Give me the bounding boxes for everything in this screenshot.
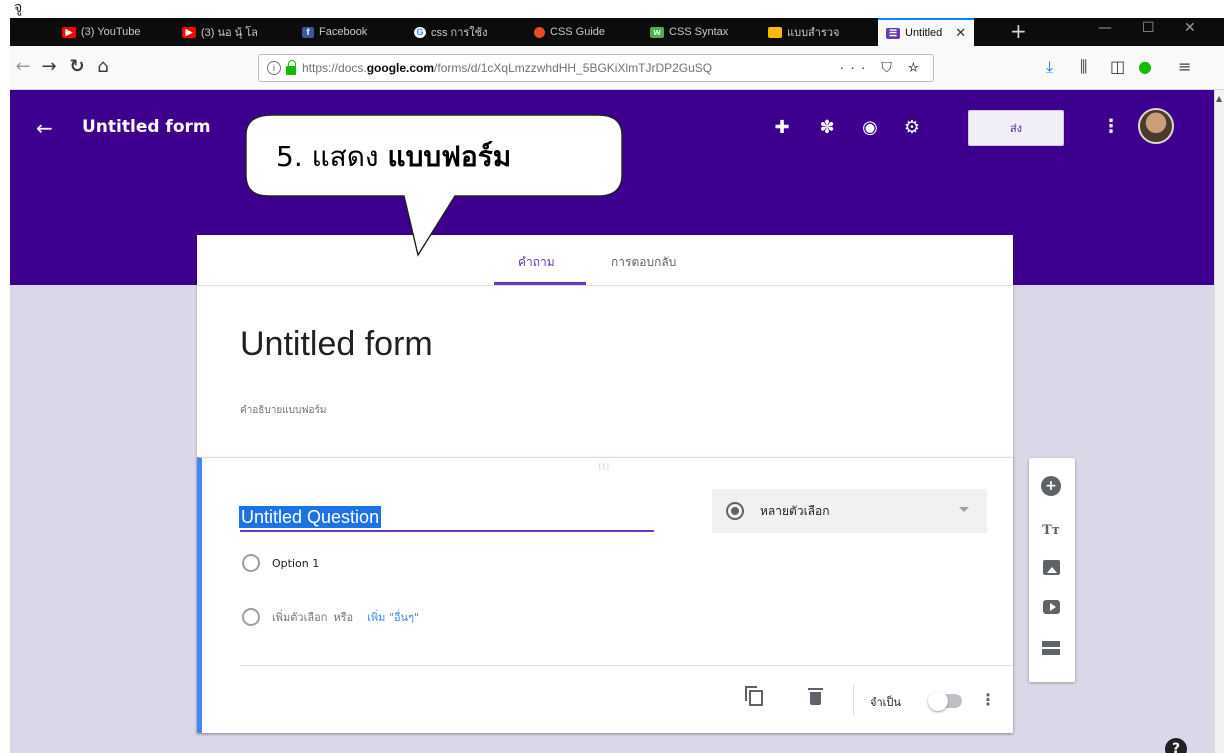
corner-glyph: จู [14, 0, 23, 16]
forward-icon[interactable]: → [38, 56, 60, 77]
question-title-underline [240, 530, 654, 532]
radio-button-icon [726, 502, 744, 520]
add-option-row: เพิ่มตัวเลือก หรือ เพิ่ม "อื่นๆ" [242, 608, 419, 626]
info-icon[interactable]: i [267, 61, 281, 75]
avatar[interactable] [1138, 108, 1174, 144]
question-more-icon[interactable]: ⋮ [980, 690, 996, 709]
duplicate-icon[interactable] [745, 686, 763, 706]
page-actions-icon[interactable]: ··· ⛉ ☆ [840, 59, 925, 76]
question-type-label: หลายตัวเลือก [760, 503, 830, 518]
palette-icon[interactable]: ✽ [815, 117, 839, 138]
add-video-icon[interactable] [1043, 600, 1060, 614]
lock-icon [286, 59, 296, 75]
radio-circle-icon [242, 554, 260, 572]
form-tabs: คำถาม การตอบกลับ [197, 235, 1013, 286]
browser-tab-survey[interactable]: แบบสำรวจ [768, 21, 872, 43]
css-guide-icon [534, 26, 545, 38]
dropdown-arrow-icon [959, 507, 969, 512]
url-text: https://docs.google.com/forms/d/1cXqLmzz… [302, 61, 713, 75]
close-tab-icon[interactable]: ✕ [955, 25, 966, 41]
footer-separator [853, 684, 854, 716]
app-title[interactable]: Untitled form [82, 117, 211, 137]
browser-nav-bar: ← → ↻ ⌂ i https://docs.google.com/forms/… [10, 46, 1224, 90]
forms-icon: ☰ [886, 27, 900, 39]
google-icon: G [414, 26, 426, 38]
tab-label: แบบสำรวจ [787, 27, 840, 39]
tab-label: css การใช้ง [431, 27, 488, 39]
help-icon[interactable]: ? [1165, 738, 1187, 753]
question-card[interactable]: ⁝⁝⁝ Untitled Question หลายตัวเลือก Optio… [197, 457, 1013, 733]
footer-divider [240, 665, 1013, 666]
scroll-up-icon[interactable]: ▲ [1216, 94, 1222, 103]
close-window-icon[interactable]: ✕ [1184, 20, 1196, 36]
tab-label: CSS Syntax [669, 26, 729, 38]
browser-tab-css-usage[interactable]: G css การใช้ง [414, 21, 520, 43]
settings-gear-icon[interactable]: ⚙ [900, 117, 924, 138]
tab-label: (3) นอ นุ้ โล [201, 27, 258, 39]
back-arrow-icon[interactable]: ← [36, 116, 53, 140]
reload-icon[interactable]: ↻ [66, 56, 88, 77]
preview-eye-icon[interactable]: ◉ [858, 117, 882, 138]
option-label[interactable]: Option 1 [272, 557, 319, 570]
add-option-link[interactable]: เพิ่มตัวเลือก [272, 608, 327, 626]
youtube-icon: ▶ [62, 26, 76, 38]
tab-questions[interactable]: คำถาม [518, 253, 555, 272]
tab-responses[interactable]: การตอบกลับ [611, 253, 676, 272]
browser-tab-strip: ▶ (3) YouTube ▶ (3) นอ นุ้ โล f Facebook… [10, 18, 1224, 46]
send-button[interactable]: ส่ง [968, 110, 1064, 146]
question-title-input[interactable]: Untitled Question [239, 506, 382, 528]
active-tab-indicator [494, 282, 586, 285]
required-label: จำเป็น [870, 696, 901, 709]
add-other-link[interactable]: เพิ่ม "อื่นๆ" [367, 608, 419, 626]
addons-icon[interactable]: ✚ [770, 117, 794, 138]
drive-icon [768, 26, 782, 38]
add-image-icon[interactable] [1043, 560, 1060, 575]
tab-label: (3) YouTube [81, 26, 141, 38]
question-type-select[interactable]: หลายตัวเลือก [712, 489, 987, 533]
drag-handle-icon[interactable]: ⁝⁝⁝ [598, 462, 611, 473]
sidebar-icon[interactable]: ◫ [1110, 57, 1125, 76]
back-icon[interactable]: ← [12, 56, 34, 77]
browser-tab-css-guide[interactable]: CSS Guide [534, 21, 638, 43]
download-icon[interactable]: ⤓ [1046, 57, 1053, 77]
browser-tab-youtube[interactable]: ▶ (3) YouTube [62, 21, 170, 43]
browser-tab-youtube-2[interactable]: ▶ (3) นอ นุ้ โล [182, 21, 282, 43]
extension-check-icon[interactable]: ● [1138, 57, 1152, 76]
maximize-icon[interactable]: ☐ [1142, 20, 1155, 36]
add-title-icon[interactable]: Tт [1041, 520, 1061, 540]
more-vert-icon[interactable]: ⋮ [1102, 116, 1120, 137]
form-title[interactable]: Untitled form [240, 325, 433, 364]
radio-circle-icon [242, 608, 260, 626]
browser-tab-active[interactable]: ☰ Untitled ✕ [878, 18, 975, 46]
tab-label: CSS Guide [550, 26, 606, 38]
tab-label: Untitled [905, 27, 943, 39]
tab-label: Facebook [319, 26, 368, 38]
required-toggle[interactable] [928, 691, 962, 711]
minimize-icon[interactable]: — [1098, 20, 1112, 36]
menu-icon[interactable]: ≡ [1178, 57, 1191, 76]
url-bar[interactable]: i https://docs.google.com/forms/d/1cXqLm… [258, 54, 934, 82]
form-description-field[interactable]: คำอธิบายแบบฟอร์ม [240, 403, 326, 418]
or-label: หรือ [333, 611, 354, 624]
library-icon[interactable]: ⫼ [1080, 57, 1087, 77]
browser-tab-facebook[interactable]: f Facebook [302, 21, 402, 43]
option-row[interactable]: Option 1 [242, 554, 319, 572]
browser-tab-css-syntax[interactable]: w CSS Syntax [650, 21, 754, 43]
youtube-icon: ▶ [182, 26, 196, 38]
new-tab-button[interactable]: + [1010, 19, 1027, 43]
add-question-icon[interactable]: + [1041, 476, 1061, 496]
form-card: คำถาม การตอบกลับ Untitled form คำอธิบายแ… [197, 235, 1013, 733]
screenshot-stage: จู ▶ (3) YouTube ▶ (3) นอ นุ้ โล f Faceb… [0, 0, 1224, 753]
w3schools-icon: w [650, 26, 664, 38]
home-icon[interactable]: ⌂ [92, 56, 114, 77]
delete-icon[interactable] [808, 688, 823, 705]
scrollbar[interactable]: ▲ [1214, 90, 1224, 753]
floating-toolbar: + Tт [1029, 458, 1075, 682]
facebook-icon: f [302, 26, 314, 38]
add-section-icon[interactable] [1042, 641, 1060, 655]
